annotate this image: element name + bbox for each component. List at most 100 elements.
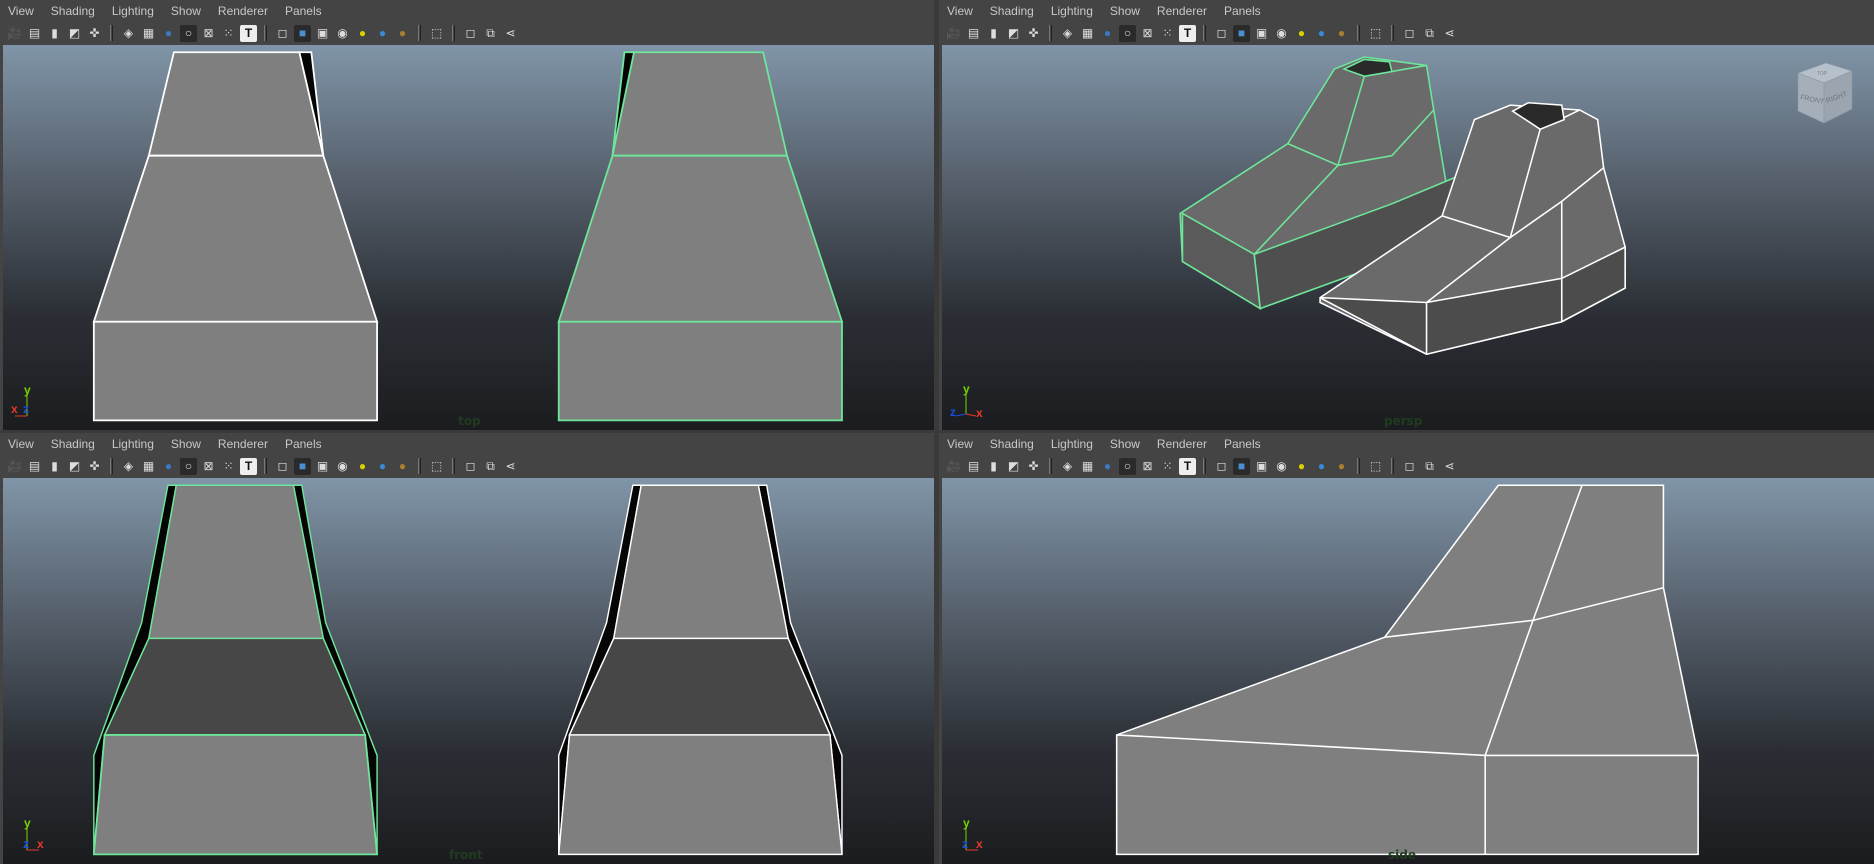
select-camera-icon[interactable]: ⬚ <box>428 25 445 42</box>
share-icon[interactable]: ⋖ <box>502 25 519 42</box>
isolate-select-icon[interactable]: ◻ <box>1401 458 1418 475</box>
menu-view[interactable]: View <box>8 4 34 18</box>
field-chart-icon[interactable]: ⊠ <box>200 458 217 475</box>
film-gate-icon[interactable]: ▦ <box>140 458 157 475</box>
menu-panels[interactable]: Panels <box>1224 437 1261 451</box>
menu-shading[interactable]: Shading <box>990 4 1034 18</box>
wireframe-icon[interactable]: ◻ <box>1213 458 1230 475</box>
share-icon[interactable]: ⋖ <box>1441 25 1458 42</box>
camera-attributes-icon[interactable]: ▤ <box>26 458 43 475</box>
image-plane-icon[interactable]: ◩ <box>1005 458 1022 475</box>
menu-renderer[interactable]: Renderer <box>218 4 268 18</box>
bookmark-icon[interactable]: ▮ <box>985 458 1002 475</box>
camera-select-icon[interactable]: 🎥 <box>945 458 962 475</box>
wireframe-icon[interactable]: ◻ <box>274 458 291 475</box>
use-all-lights-icon[interactable]: ● <box>1293 25 1310 42</box>
2d-pan-zoom-icon[interactable]: ✜ <box>1025 458 1042 475</box>
xray-icon[interactable]: ⧉ <box>482 458 499 475</box>
xray-icon[interactable]: ⧉ <box>1421 458 1438 475</box>
film-gate-icon[interactable]: ▦ <box>140 25 157 42</box>
shadows-icon[interactable]: ● <box>374 458 391 475</box>
bookmark-icon[interactable]: ▮ <box>985 25 1002 42</box>
textured-icon[interactable]: ◉ <box>334 25 351 42</box>
field-chart-icon[interactable]: ⊠ <box>200 25 217 42</box>
camera-select-icon[interactable]: 🎥 <box>6 25 23 42</box>
shadows-icon[interactable]: ● <box>1313 458 1330 475</box>
grid-icon[interactable]: ◈ <box>120 25 137 42</box>
ambient-occlusion-icon[interactable]: ● <box>394 25 411 42</box>
isolate-select-icon[interactable]: ◻ <box>462 25 479 42</box>
viewport-persp[interactable]: FRONT RIGHT TOP y z x persp <box>942 45 1874 430</box>
resolution-gate-icon[interactable]: ● <box>160 25 177 42</box>
safe-title-icon[interactable]: T <box>240 457 257 475</box>
menu-lighting[interactable]: Lighting <box>1051 4 1093 18</box>
gate-mask-icon[interactable]: ○ <box>1119 457 1136 475</box>
textured-icon[interactable]: ◉ <box>1273 458 1290 475</box>
bookmark-icon[interactable]: ▮ <box>46 25 63 42</box>
smooth-shade-icon[interactable]: ■ <box>294 457 311 475</box>
menu-show[interactable]: Show <box>171 437 201 451</box>
grid-icon[interactable]: ◈ <box>120 458 137 475</box>
resolution-gate-icon[interactable]: ● <box>1099 458 1116 475</box>
wireframe-icon[interactable]: ◻ <box>1213 25 1230 42</box>
resolution-gate-icon[interactable]: ● <box>1099 25 1116 42</box>
gate-mask-icon[interactable]: ○ <box>180 457 197 475</box>
camera-attributes-icon[interactable]: ▤ <box>965 25 982 42</box>
2d-pan-zoom-icon[interactable]: ✜ <box>1025 25 1042 42</box>
menu-panels[interactable]: Panels <box>285 437 322 451</box>
viewport-top[interactable]: y x z top <box>3 45 934 430</box>
viewport-front[interactable]: y z x front <box>3 478 934 864</box>
shadows-icon[interactable]: ● <box>1313 25 1330 42</box>
menu-shading[interactable]: Shading <box>990 437 1034 451</box>
film-gate-icon[interactable]: ▦ <box>1079 458 1096 475</box>
menu-show[interactable]: Show <box>171 4 201 18</box>
field-chart-icon[interactable]: ⊠ <box>1139 25 1156 42</box>
safe-title-icon[interactable]: T <box>240 24 257 42</box>
textured-icon[interactable]: ◉ <box>334 458 351 475</box>
wireframe-on-shaded-icon[interactable]: ▣ <box>314 25 331 42</box>
smooth-shade-icon[interactable]: ■ <box>294 24 311 42</box>
menu-show[interactable]: Show <box>1110 4 1140 18</box>
menu-renderer[interactable]: Renderer <box>1157 437 1207 451</box>
wireframe-on-shaded-icon[interactable]: ▣ <box>1253 25 1270 42</box>
select-camera-icon[interactable]: ⬚ <box>1367 25 1384 42</box>
grid-icon[interactable]: ◈ <box>1059 25 1076 42</box>
menu-shading[interactable]: Shading <box>51 437 95 451</box>
resolution-gate-icon[interactable]: ● <box>160 458 177 475</box>
smooth-shade-icon[interactable]: ■ <box>1233 457 1250 475</box>
use-all-lights-icon[interactable]: ● <box>354 25 371 42</box>
wireframe-icon[interactable]: ◻ <box>274 25 291 42</box>
image-plane-icon[interactable]: ◩ <box>66 25 83 42</box>
select-camera-icon[interactable]: ⬚ <box>428 458 445 475</box>
use-all-lights-icon[interactable]: ● <box>354 458 371 475</box>
gate-mask-icon[interactable]: ○ <box>180 24 197 42</box>
wireframe-on-shaded-icon[interactable]: ▣ <box>1253 458 1270 475</box>
menu-lighting[interactable]: Lighting <box>112 4 154 18</box>
field-chart-icon[interactable]: ⊠ <box>1139 458 1156 475</box>
camera-select-icon[interactable]: 🎥 <box>945 25 962 42</box>
ambient-occlusion-icon[interactable]: ● <box>1333 25 1350 42</box>
image-plane-icon[interactable]: ◩ <box>66 458 83 475</box>
safe-action-icon[interactable]: ⁙ <box>220 25 237 42</box>
xray-icon[interactable]: ⧉ <box>1421 25 1438 42</box>
2d-pan-zoom-icon[interactable]: ✜ <box>86 458 103 475</box>
wireframe-on-shaded-icon[interactable]: ▣ <box>314 458 331 475</box>
select-camera-icon[interactable]: ⬚ <box>1367 458 1384 475</box>
textured-icon[interactable]: ◉ <box>1273 25 1290 42</box>
view-cube[interactable]: FRONT RIGHT TOP <box>1790 59 1860 127</box>
camera-attributes-icon[interactable]: ▤ <box>26 25 43 42</box>
film-gate-icon[interactable]: ▦ <box>1079 25 1096 42</box>
share-icon[interactable]: ⋖ <box>1441 458 1458 475</box>
menu-view[interactable]: View <box>947 4 973 18</box>
menu-show[interactable]: Show <box>1110 437 1140 451</box>
isolate-select-icon[interactable]: ◻ <box>462 458 479 475</box>
safe-action-icon[interactable]: ⁙ <box>1159 25 1176 42</box>
isolate-select-icon[interactable]: ◻ <box>1401 25 1418 42</box>
menu-shading[interactable]: Shading <box>51 4 95 18</box>
shadows-icon[interactable]: ● <box>374 25 391 42</box>
viewport-side[interactable]: y z x side <box>942 478 1874 864</box>
menu-lighting[interactable]: Lighting <box>1051 437 1093 451</box>
menu-lighting[interactable]: Lighting <box>112 437 154 451</box>
menu-view[interactable]: View <box>8 437 34 451</box>
camera-attributes-icon[interactable]: ▤ <box>965 458 982 475</box>
